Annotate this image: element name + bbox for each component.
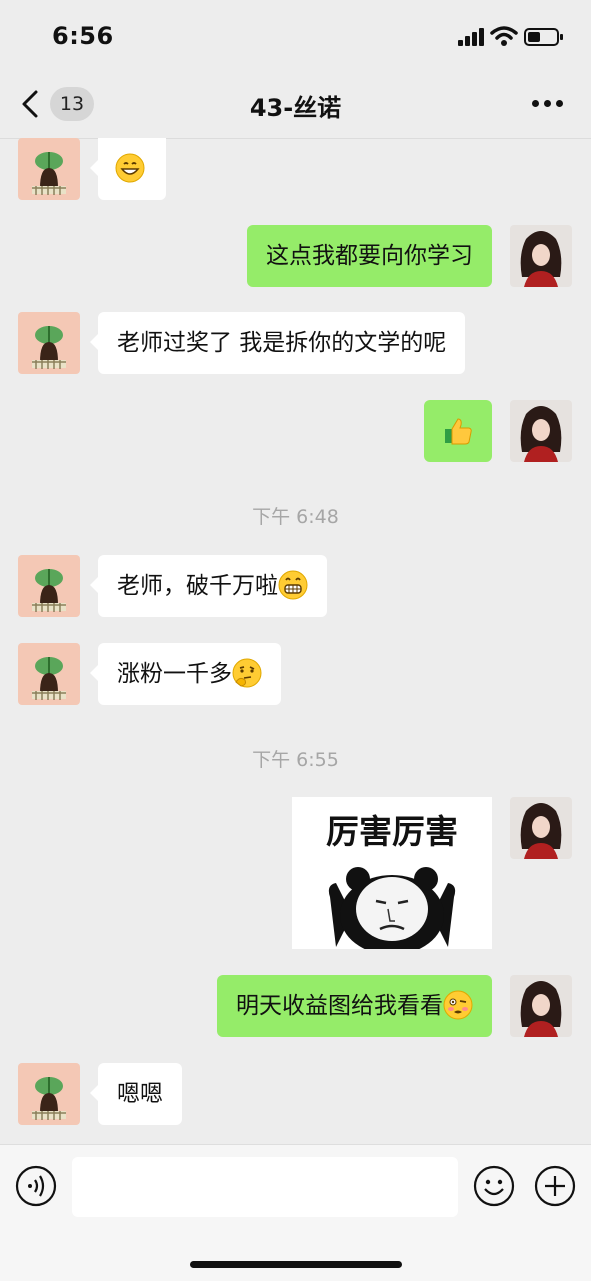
status-time: 6:56 [52,22,114,50]
message-outgoing: 明天收益图给我看看 [0,975,591,1037]
message-text: 老师，破千万啦 [117,573,278,599]
message-outgoing: 这点我都要向你学习 [0,225,591,287]
message-bubble[interactable]: 明天收益图给我看看 [217,975,492,1037]
contact-avatar[interactable] [18,555,80,617]
wifi-icon [490,26,518,46]
sticker-message[interactable]: 厉害厉害 [292,797,492,949]
chat-header: 13 43-丝诺 [0,70,591,139]
more-options-icon[interactable] [530,100,564,108]
chat-title: 43-丝诺 [249,94,342,122]
contact-avatar[interactable] [18,643,80,705]
battery-icon [524,28,563,46]
message-outgoing [0,400,591,462]
more-actions-icon[interactable] [534,1165,576,1207]
message-bubble[interactable]: 涨粉一千多 [90,643,281,705]
contact-avatar[interactable] [18,138,80,200]
status-bar: 6:56 [0,0,591,70]
emoji-picker-icon[interactable] [473,1165,515,1207]
girl-avatar-icon [510,975,572,1037]
message-bubble[interactable]: 老师过奖了 我是拆你的文学的呢 [89,312,466,374]
message-text: 涨粉一千多 [117,661,232,687]
girl-avatar-icon [510,400,572,462]
girl-avatar-icon [510,225,572,287]
message-composer [0,1144,591,1281]
home-indicator[interactable] [190,1261,402,1268]
contact-avatar[interactable] [18,312,80,374]
big-grin-emoji-icon [278,570,308,599]
message-incoming: 嗯嗯 [0,1063,591,1125]
plant-avatar-icon [18,312,80,374]
plant-avatar-icon [18,643,80,705]
timestamp: 下午 6:55 [252,749,339,771]
signal-icon [458,28,484,46]
message-bubble[interactable]: 老师，破千万啦 [90,555,327,617]
plant-avatar-icon [18,1063,80,1125]
thumbs-up-icon [445,418,472,445]
contact-avatar[interactable] [18,1063,80,1125]
plant-avatar-icon [18,138,80,200]
timestamp: 下午 6:48 [252,506,339,528]
message-incoming [0,138,591,200]
message-bubble[interactable] [90,138,166,200]
message-text: 这点我都要向你学习 [266,243,473,269]
message-text: 明天收益图给我看看 [236,993,443,1019]
message-incoming: 老师过奖了 我是拆你的文学的呢 [0,312,591,374]
voice-input-icon[interactable] [15,1165,57,1207]
message-bubble[interactable]: 嗯嗯 [90,1063,182,1125]
message-incoming: 老师，破千万啦 [0,555,591,617]
thinking-emoji-icon [232,658,262,687]
plant-avatar-icon [18,555,80,617]
message-bubble[interactable] [424,400,492,462]
message-text: 老师过奖了 我是拆你的文学的呢 [117,330,447,356]
message-incoming: 涨粉一千多 [0,643,591,705]
my-avatar[interactable] [510,400,572,462]
message-input[interactable] [72,1157,458,1217]
grinning-emoji-icon [115,153,145,183]
message-text: 嗯嗯 [117,1081,163,1107]
message-bubble[interactable]: 这点我都要向你学习 [247,225,492,287]
woozy-emoji-icon [443,990,473,1019]
my-avatar[interactable] [510,975,572,1037]
my-avatar[interactable] [510,225,572,287]
my-avatar[interactable] [510,797,572,859]
girl-avatar-icon [510,797,572,859]
